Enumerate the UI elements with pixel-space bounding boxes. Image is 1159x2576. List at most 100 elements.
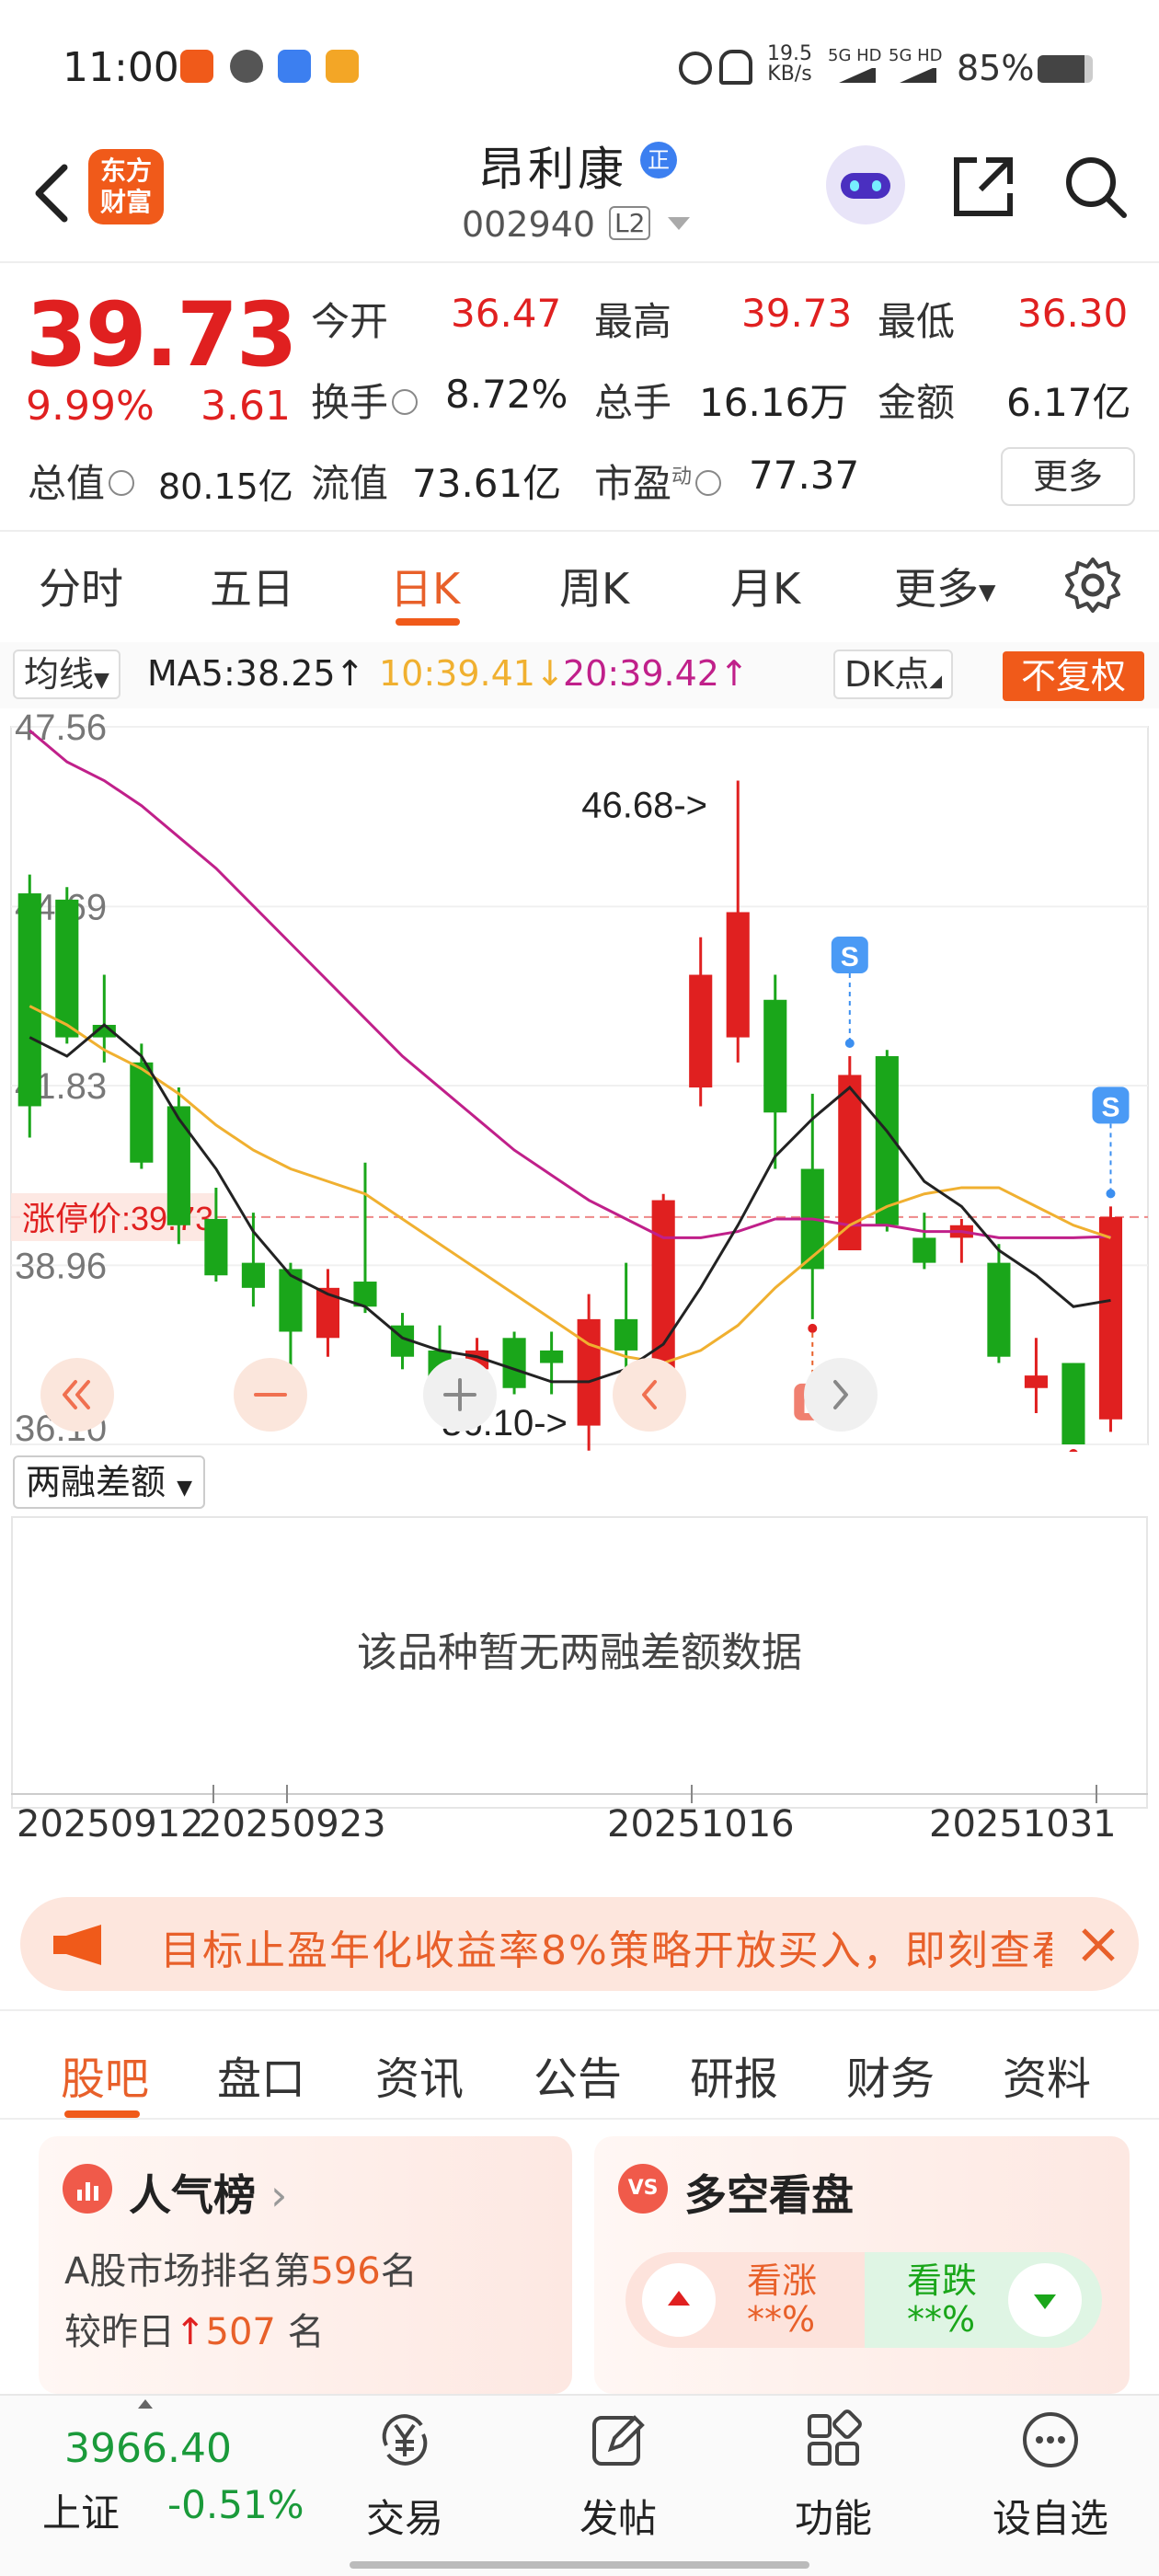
ai-assistant-robot-icon[interactable] xyxy=(826,145,905,224)
bear-label: 看跌 xyxy=(907,2260,978,2301)
indicator-caret-icon: ▼ xyxy=(94,669,109,692)
mktcap-info-icon[interactable] xyxy=(109,469,135,496)
index-value[interactable]: 3966.40 xyxy=(64,2425,232,2472)
net-speed: 19.5 KB/s xyxy=(767,44,812,85)
candle-body xyxy=(55,899,79,1038)
high-label: 最高 xyxy=(594,299,672,344)
bull-up-icon xyxy=(642,2263,716,2337)
status-time: 11:00 xyxy=(63,44,179,91)
alarm-icon xyxy=(679,52,712,85)
bear-percent: **% xyxy=(907,2299,976,2340)
chart-first-page-icon[interactable] xyxy=(40,1358,114,1432)
adjust-mode-button[interactable]: 不复权 xyxy=(1003,651,1144,701)
app-notification-icon xyxy=(180,50,213,83)
level-badge[interactable]: L2 xyxy=(609,206,651,240)
news-notification-icon xyxy=(278,50,311,83)
date-label-1: 20250912 xyxy=(17,1803,204,1846)
rank-change-prefix: 较昨日 xyxy=(64,2311,175,2353)
chart-scroll-left-icon[interactable] xyxy=(613,1358,686,1432)
ma5-value: MA5:38.25↑ xyxy=(147,653,364,694)
signal-2: 5G HD xyxy=(889,46,943,65)
vote-bear-button[interactable]: 看跌 **% xyxy=(865,2252,1102,2348)
trade-yen-icon xyxy=(382,2414,428,2466)
index-name[interactable]: 上证 xyxy=(42,2482,120,2538)
tab-weekly-k[interactable]: 周K xyxy=(559,556,629,616)
signal-dot xyxy=(1106,1189,1116,1199)
chart-scroll-right-icon[interactable] xyxy=(804,1358,878,1432)
tab-monthly-k[interactable]: 月K xyxy=(730,556,800,616)
margin-chart-box: 该品种暂无两融差额数据 xyxy=(11,1516,1148,1809)
popularity-card[interactable]: 人气榜 › A股市场排名第596名 较昨日↑507 名 xyxy=(39,2136,572,2394)
nav-trade[interactable]: 交易 xyxy=(331,2396,478,2561)
ma10-text: 10:39.41 xyxy=(379,653,535,694)
kline-chart[interactable]: 47.5644.6941.8338.9636.10涨停价:39.7346.68-… xyxy=(0,707,1159,1546)
nav-add-watchlist[interactable]: 设自选 xyxy=(977,2396,1124,2561)
margin-caret-icon: ▼ xyxy=(177,1477,193,1500)
chart-zoom-in-icon[interactable] xyxy=(423,1358,497,1432)
low-label: 最低 xyxy=(878,299,956,344)
video-notification-icon xyxy=(326,50,359,83)
tab-more-caret-icon: ▼ xyxy=(979,579,996,605)
candle-body xyxy=(1061,1363,1085,1444)
brand-logo[interactable]: 东方 财富 xyxy=(88,149,164,224)
pe-info-icon[interactable] xyxy=(695,469,722,496)
last-price: 39.73 xyxy=(26,283,298,386)
tab-pankou[interactable]: 盘口 xyxy=(217,2042,305,2107)
turnover-label-text: 换手 xyxy=(311,380,389,425)
mktcap-label: 总值 xyxy=(28,453,138,509)
tab-profile[interactable]: 资料 xyxy=(1003,2042,1091,2107)
tab-finance[interactable]: 财务 xyxy=(846,2042,935,2107)
stock-badge: 正 xyxy=(640,142,677,178)
turnover-info-icon[interactable] xyxy=(392,388,419,415)
tab-intraday[interactable]: 分时 xyxy=(39,556,123,616)
back-arrow-icon[interactable] xyxy=(26,156,81,230)
more-quote-button[interactable]: 更多 xyxy=(1001,447,1135,506)
close-banner-icon[interactable] xyxy=(1078,1925,1119,1965)
stock-header: 东方 财富 昂利康 正 002940 L2 xyxy=(0,120,1159,258)
tab-five-day[interactable]: 五日 xyxy=(210,556,294,616)
index-change[interactable]: -0.51% xyxy=(167,2482,304,2527)
y-tick-label: 47.56 xyxy=(15,708,107,748)
content-tabs: 股吧 盘口 资讯 公告 研报 财务 资料 xyxy=(0,2009,1159,2120)
tab-news[interactable]: 资讯 xyxy=(375,2042,464,2107)
ranking-chart-icon xyxy=(63,2164,112,2214)
margin-indicator-selector[interactable]: 两融差额 ▼ xyxy=(13,1455,206,1509)
ma20-value: 20:39.42↑ xyxy=(563,653,749,694)
indicator-selector[interactable]: 均线▼ xyxy=(13,650,120,699)
share-icon[interactable] xyxy=(949,153,1017,221)
quote-divider xyxy=(0,530,1159,532)
nav-post[interactable]: 发帖 xyxy=(545,2396,692,2561)
candle-body xyxy=(1024,1375,1048,1388)
candle-body xyxy=(577,1318,601,1426)
promo-banner-text: 目标止盈年化收益率8%策略开放买入，即刻查看 xyxy=(160,1927,1052,1974)
promo-banner[interactable]: 目标止盈年化收益率8%策略开放买入，即刻查看 xyxy=(20,1897,1139,1991)
chart-settings-gear-icon[interactable] xyxy=(1063,556,1122,615)
chart-zoom-out-icon[interactable] xyxy=(234,1358,307,1432)
ma10-value: 10:39.41↓ xyxy=(379,653,565,694)
rank-up-arrow: ↑ xyxy=(175,2311,206,2353)
open-value: 36.47 xyxy=(451,291,562,336)
max-price-label: 46.68-> xyxy=(581,786,707,826)
change-amount: 3.61 xyxy=(201,383,291,430)
high-value: 39.73 xyxy=(741,291,853,336)
candle-body xyxy=(166,1106,190,1225)
tab-guba[interactable]: 股吧 xyxy=(61,2042,149,2107)
stock-switch-chevron-icon[interactable] xyxy=(668,217,690,230)
dk-point-selector[interactable]: DK点◢ xyxy=(833,650,954,699)
mktcap-label-text: 总值 xyxy=(28,461,106,506)
search-icon[interactable] xyxy=(1061,153,1130,221)
nav-functions[interactable]: 功能 xyxy=(760,2396,907,2561)
turnover-value: 8.72% xyxy=(445,372,568,417)
date-label-4: 20251031 xyxy=(929,1803,1117,1846)
rank-change-number: 507 xyxy=(205,2311,276,2353)
rank-prefix: A股市场排名第 xyxy=(64,2250,311,2293)
vote-bull-button[interactable]: 看涨 **% xyxy=(625,2252,865,2348)
tab-daily-k[interactable]: 日K xyxy=(390,556,460,616)
tab-research[interactable]: 研报 xyxy=(690,2042,778,2107)
pe-label: 市盈动 xyxy=(594,453,725,509)
tab-announcements[interactable]: 公告 xyxy=(534,2042,622,2107)
popularity-title-text: 人气榜 xyxy=(129,2170,256,2220)
bottom-navigation: 3966.40 上证 -0.51% 交易 发帖 功能 设自选 xyxy=(0,2394,1159,2576)
tab-more-periods[interactable]: 更多▼ xyxy=(894,556,995,616)
kline-chart-area[interactable]: 47.5644.6941.8338.9636.10涨停价:39.7346.68-… xyxy=(0,707,1159,1546)
